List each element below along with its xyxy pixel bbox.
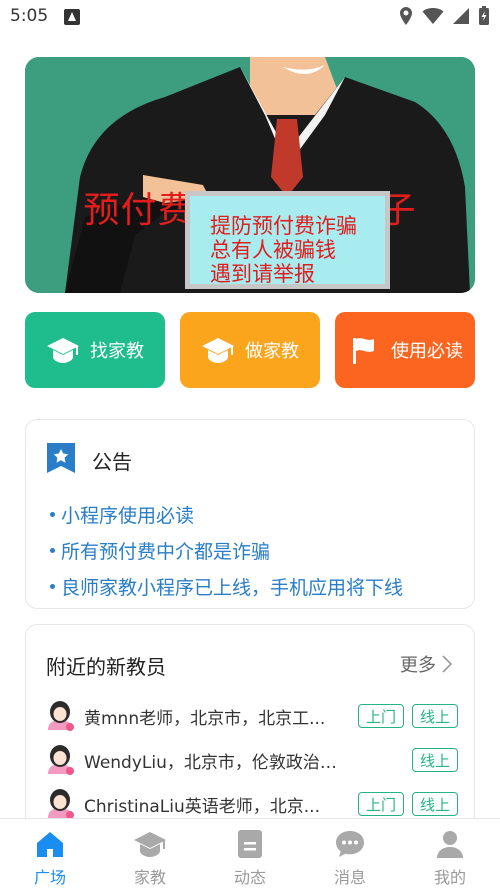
tag-online: 线上 [412, 704, 458, 728]
notice-card: 公告 小程序使用必读 所有预付费中介都是诈骗 良师家教小程序已上线，手机应用将下… [25, 419, 475, 609]
notice-title: 公告 [92, 449, 132, 474]
banner-line: 遇到请举报 [210, 262, 315, 286]
document-icon [233, 827, 267, 860]
tab-square[interactable]: 广场 [0, 819, 100, 888]
more-link[interactable]: 更多 [400, 651, 452, 677]
tab-tutoring[interactable]: 家教 [100, 819, 200, 888]
bullet-dot [50, 547, 55, 553]
graduation-cap-icon [46, 335, 80, 365]
tab-label: 家教 [133, 868, 166, 887]
tab-label: 广场 [33, 868, 66, 887]
graduation-cap-icon [133, 827, 167, 860]
teacher-row[interactable]: 黄mnn老师，北京市，北京工... 上门 线上 [44, 699, 458, 733]
notice-item[interactable]: 所有预付费中介都是诈骗 [50, 532, 403, 568]
flag-icon [347, 335, 381, 365]
usage-guide-button[interactable]: 使用必读 [335, 312, 475, 388]
find-tutor-label: 找家教 [90, 341, 144, 362]
chat-bubble-icon [333, 827, 367, 860]
usage-guide-label: 使用必读 [391, 341, 463, 362]
tab-label: 动态 [233, 868, 266, 887]
tag-online: 线上 [412, 748, 458, 772]
status-time: 5:05 [10, 6, 49, 26]
teacher-name: ChristinaLiu英语老师，北京... [84, 796, 320, 817]
banner-sign-board: 提防预付费诈骗 总有人被骗钱 遇到请举报 [185, 191, 390, 289]
tab-label: 消息 [333, 868, 366, 887]
chevron-right-icon [442, 655, 452, 673]
battery-icon [479, 6, 489, 25]
section-title: 附近的新教员 [46, 655, 166, 679]
banner-line: 提防预付费诈骗 [210, 214, 357, 238]
app-notification-icon [64, 9, 80, 25]
bullet-dot [50, 511, 55, 517]
status-icons [398, 5, 490, 27]
notice-item[interactable]: 小程序使用必读 [50, 496, 403, 532]
home-icon [33, 827, 67, 860]
tag-home-visit: 上门 [358, 792, 404, 816]
avatar [44, 700, 76, 732]
avatar [44, 744, 76, 776]
teacher-name: WendyLiu，北京市，伦敦政治经济... [84, 752, 344, 773]
notice-item-text: 良师家教小程序已上线，手机应用将下线 [61, 576, 404, 599]
become-tutor-label: 做家教 [245, 341, 299, 362]
quick-actions: 找家教 做家教 使用必读 [25, 312, 475, 388]
teacher-row[interactable]: WendyLiu，北京市，伦敦政治经济... 线上 [44, 743, 458, 777]
graduation-cap-icon [201, 335, 235, 365]
promo-banner[interactable]: 预付费中介都是骗子 提防预付费诈骗 总有人被骗钱 遇到请举报 [25, 57, 475, 293]
star-badge-icon [46, 442, 76, 478]
tab-feed[interactable]: 动态 [200, 819, 300, 888]
tab-label: 我的 [433, 868, 466, 887]
location-icon [400, 7, 412, 25]
status-bar: 5:05 [0, 0, 500, 34]
signal-icon [453, 8, 469, 24]
tab-profile[interactable]: 我的 [400, 819, 500, 888]
notice-item-text: 所有预付费中介都是诈骗 [61, 540, 271, 563]
become-tutor-button[interactable]: 做家教 [180, 312, 320, 388]
notice-item[interactable]: 良师家教小程序已上线，手机应用将下线 [50, 568, 403, 604]
find-tutor-button[interactable]: 找家教 [25, 312, 165, 388]
tab-messages[interactable]: 消息 [300, 819, 400, 888]
wifi-icon [422, 8, 444, 24]
bullet-dot [50, 583, 55, 589]
user-icon [433, 827, 467, 860]
notice-item-text: 小程序使用必读 [61, 504, 195, 527]
teacher-name: 黄mnn老师，北京市，北京工... [84, 708, 326, 729]
tag-online: 线上 [412, 792, 458, 816]
avatar [44, 788, 76, 820]
teacher-row[interactable]: ChristinaLiu英语老师，北京... 上门 线上 [44, 787, 458, 821]
more-label: 更多 [400, 655, 436, 676]
banner-line: 总有人被骗钱 [210, 238, 336, 262]
tag-home-visit: 上门 [358, 704, 404, 728]
bottom-tab-bar: 广场 家教 动态 消息 我的 [0, 818, 500, 888]
